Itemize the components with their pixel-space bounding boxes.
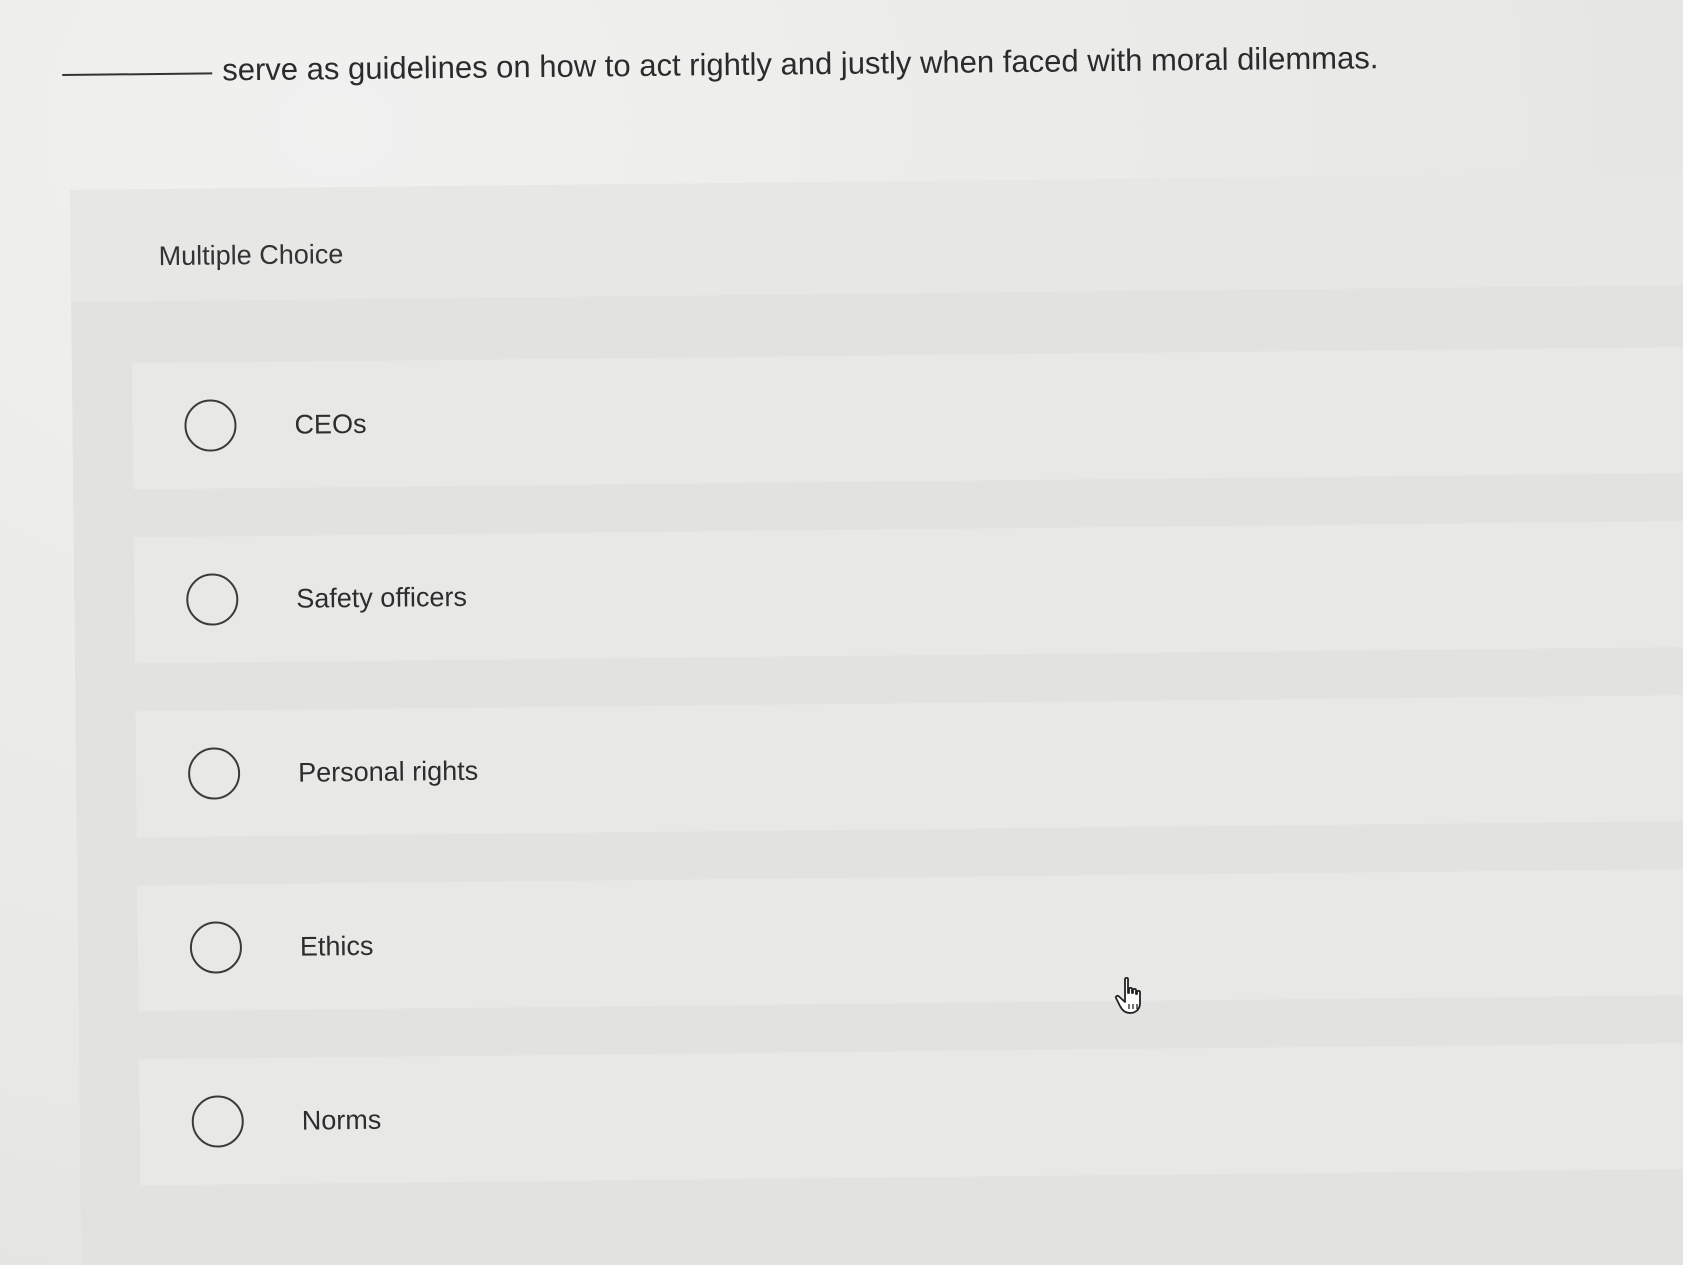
answer-blank	[62, 72, 213, 76]
radio-unchecked-icon[interactable]	[186, 573, 239, 626]
option-personal-rights[interactable]: Personal rights	[135, 694, 1683, 838]
question-type-label: Multiple Choice	[158, 239, 344, 272]
option-label: Safety officers	[296, 581, 468, 614]
radio-unchecked-icon[interactable]	[187, 747, 241, 800]
option-label: Norms	[301, 1104, 382, 1136]
quiz-page: serve as guidelines on how to act rightl…	[0, 0, 1683, 1265]
option-norms[interactable]: Norms	[139, 1042, 1683, 1186]
option-label: CEOs	[294, 408, 367, 440]
option-ethics[interactable]: Ethics	[137, 868, 1683, 1012]
option-safety-officers[interactable]: Safety officers	[133, 520, 1683, 664]
radio-unchecked-icon[interactable]	[189, 921, 243, 974]
multiple-choice-panel: Multiple Choice CEOs Safety officers Per…	[70, 172, 1683, 1265]
radio-unchecked-icon[interactable]	[191, 1095, 245, 1148]
question-prompt: serve as guidelines on how to act rightl…	[62, 34, 1622, 94]
hand-pointer-icon	[1114, 976, 1141, 1014]
option-label: Personal rights	[297, 755, 479, 788]
option-label: Ethics	[299, 930, 374, 962]
option-ceos[interactable]: CEOs	[131, 346, 1683, 490]
radio-unchecked-icon[interactable]	[184, 399, 237, 452]
question-text: serve as guidelines on how to act rightl…	[222, 40, 1379, 88]
panel-header: Multiple Choice	[70, 172, 1683, 302]
